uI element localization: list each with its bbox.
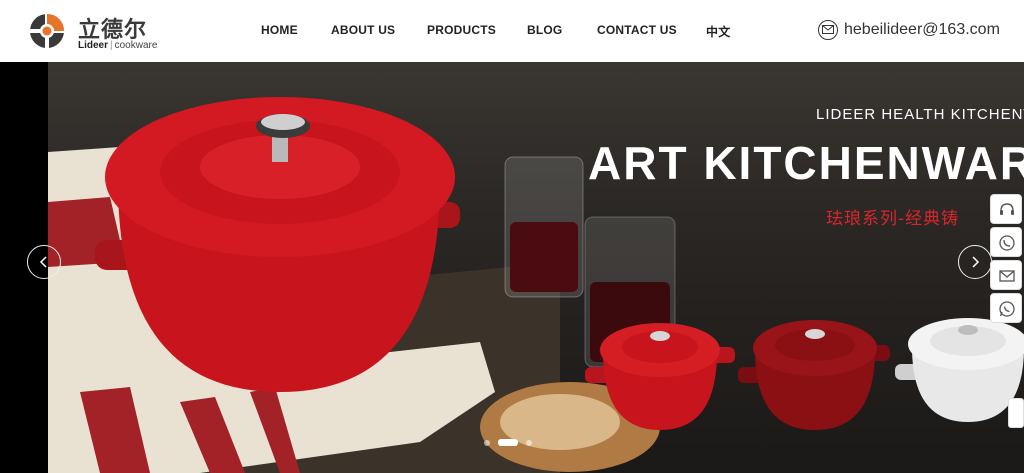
phone-icon [999,235,1015,251]
carousel-next-button[interactable] [958,245,992,279]
nav-products[interactable]: PRODUCTS [427,23,496,37]
banner-subtitle-cn: 珐琅系列-经典铸 [826,209,960,229]
whatsapp-icon [999,301,1015,317]
brand-name-en-rest: cookware [114,40,158,51]
banner-subtitle: LIDEER HEALTH KITCHENWA [816,106,1024,123]
brand-name-en: Lideer | cookware [78,40,157,51]
brand-separator: | [110,40,113,51]
nav-about-us[interactable]: ABOUT US [331,23,395,37]
nav-blog[interactable]: BLOG [527,23,562,37]
brand-name-en-bold: Lideer [78,40,109,51]
logo-mark-icon [28,12,66,50]
banner-title: ART KITCHENWAR [588,137,1024,189]
product-pot-white [895,318,1024,422]
brand-logo[interactable]: 立德尔 Lideer | cookware [28,10,168,52]
customer-service-button[interactable] [990,194,1022,224]
email-address: hebeilideer@163.com [844,21,1000,38]
site-header: 立德尔 Lideer | cookware HOME ABOUT US PRODUC… [0,0,1024,62]
nav-home[interactable]: HOME [261,23,298,37]
customer-service-icon [1000,203,1014,215]
hero-banner: LIDEER HEALTH KITCHENWA ART KITCHENWAR 珐… [0,62,1024,473]
banner-photo [48,97,1024,473]
carousel-dot-3[interactable] [526,440,532,446]
chevron-right-icon [972,256,980,268]
toolbar-collapse-handle[interactable] [1008,398,1024,428]
mail-icon [999,270,1015,282]
phone-button[interactable] [990,227,1022,257]
chevron-left-icon [39,256,47,268]
mail-button[interactable] [990,260,1022,290]
product-pot-burgundy [738,320,890,430]
nav-contact-us[interactable]: CONTACT US [597,23,677,37]
carousel-prev-button[interactable] [27,245,61,279]
carousel-dot-2[interactable] [498,439,518,446]
envelope-icon [818,20,838,40]
nav-language-cn[interactable]: 中文 [706,23,730,40]
carousel-dot-1[interactable] [484,440,490,446]
whatsapp-button[interactable] [990,293,1022,323]
